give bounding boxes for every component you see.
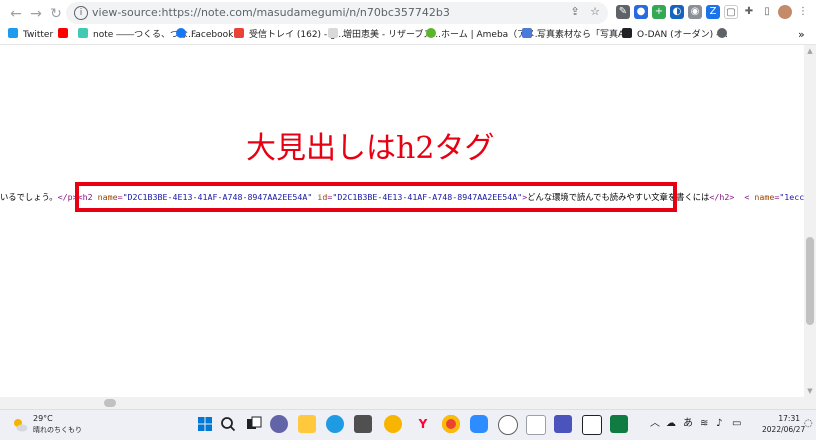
ameba-icon — [426, 28, 436, 38]
forward-icon[interactable]: → — [28, 6, 44, 22]
twitter-icon — [8, 28, 18, 38]
notepad-icon[interactable] — [526, 415, 546, 435]
share-icon[interactable]: ⇪ — [568, 5, 582, 19]
bookmark-odan[interactable]: O-DAN (オーダン) -... — [622, 27, 728, 43]
scrollbar-corner — [804, 397, 816, 409]
bookmark-facebook[interactable]: Facebook — [176, 27, 233, 43]
code-next-value: "1ecc7ec9-57c4-447d-9926 — [779, 192, 804, 202]
store-icon[interactable] — [354, 415, 372, 433]
search-icon[interactable] — [219, 415, 237, 433]
temperature-text[interactable]: 29°C — [33, 414, 53, 423]
globe-icon — [717, 28, 727, 38]
back-icon[interactable]: ← — [8, 6, 24, 22]
facebook-icon — [176, 28, 186, 38]
menu-kebab-icon[interactable]: ⋮ — [796, 5, 810, 19]
time-text: 17:31 — [778, 414, 800, 423]
clock-app-icon[interactable] — [498, 415, 518, 435]
reload-icon[interactable]: ↻ — [48, 6, 64, 22]
note-icon — [78, 28, 88, 38]
app-orange-icon[interactable] — [384, 415, 402, 433]
site-info-icon[interactable]: i — [74, 6, 88, 20]
extension-note-icon[interactable]: ▢ — [724, 5, 738, 19]
bookmark-globe[interactable] — [717, 27, 732, 43]
code-h2-close-tag: </h2> — [709, 192, 735, 202]
code-next-tag: < — [744, 192, 750, 202]
weather-condition-text[interactable]: 晴れのちくもり — [33, 425, 82, 435]
notification-icon[interactable]: ◌ — [804, 418, 813, 430]
url-text[interactable]: view-source:https://note.com/masudamegum… — [92, 6, 450, 19]
bookmark-youtube[interactable] — [58, 27, 73, 43]
extensions-puzzle-icon[interactable]: ✚ — [742, 5, 756, 19]
bookmarks-bar: Twitter note ――つくる、つな... Facebook 受信トレイ … — [0, 26, 816, 44]
volume-icon[interactable]: ♪ — [716, 418, 722, 430]
bookmark-twitter[interactable]: Twitter — [8, 27, 53, 43]
yahoo-icon[interactable]: Y — [414, 415, 432, 433]
teams-icon[interactable] — [554, 415, 572, 433]
page-content: 大見出しはh2タグ いるでしょう。</p><h2 name="D2C1B3BE-… — [0, 45, 804, 397]
wifi-icon[interactable]: ≋ — [700, 418, 708, 430]
extension-green-plus-icon[interactable]: + — [652, 5, 666, 19]
reserve-icon — [328, 28, 338, 38]
bookmark-star-icon[interactable]: ☆ — [588, 5, 602, 19]
profile-avatar[interactable] — [778, 5, 792, 19]
taskbar: 29°C 晴れのちくもり Y ︿ ☁ あ ≋ ♪ ▭ 17:31 2022/06… — [0, 409, 816, 440]
task-view-icon[interactable] — [245, 415, 263, 433]
bookmark-reserve[interactable]: 増田恵美 - リザーブス... — [328, 27, 441, 43]
app-triangle-icon[interactable] — [582, 415, 602, 435]
extension-blue-icon[interactable]: ● — [634, 5, 648, 19]
gmail-icon — [234, 28, 244, 38]
annotation-title: 大見出しはh2タグ — [246, 131, 495, 166]
address-bar[interactable]: i view-source:https://note.com/masudameg… — [66, 2, 608, 24]
code-next-attr: name — [754, 192, 775, 202]
bookmark-photoac[interactable]: 写真素材なら「写真A... — [522, 27, 633, 43]
extension-circle-icon[interactable]: ◐ — [670, 5, 684, 19]
side-panel-icon[interactable]: ▯ — [760, 5, 774, 19]
vertical-scrollbar[interactable]: ▲ ▼ — [804, 45, 816, 397]
cloud-icon[interactable]: ☁ — [666, 418, 676, 430]
highlight-box — [75, 182, 677, 212]
windows-start-icon[interactable] — [196, 415, 214, 433]
odan-icon — [622, 28, 632, 38]
browser-toolbar: ← → ↻ i view-source:https://note.com/mas… — [0, 0, 816, 45]
zoom-icon[interactable] — [470, 415, 488, 433]
scroll-up-icon[interactable]: ▲ — [804, 45, 816, 57]
edge-icon[interactable] — [326, 415, 344, 433]
battery-icon[interactable]: ▭ — [732, 418, 741, 430]
horizontal-scroll-thumb[interactable] — [104, 399, 116, 407]
chrome-icon[interactable] — [442, 415, 460, 433]
extension-shield-icon[interactable]: ◉ — [688, 5, 702, 19]
vertical-scroll-thumb[interactable] — [806, 237, 814, 325]
ime-indicator[interactable]: あ — [683, 418, 693, 430]
excel-icon[interactable] — [610, 415, 628, 433]
more-bookmarks-button[interactable]: » — [798, 27, 805, 43]
teams-chat-icon[interactable] — [270, 415, 288, 433]
photoac-icon — [522, 28, 532, 38]
file-explorer-icon[interactable] — [298, 415, 316, 433]
youtube-icon — [58, 28, 68, 38]
scroll-down-icon[interactable]: ▼ — [804, 385, 816, 397]
weather-sun-cloud-icon[interactable] — [12, 417, 28, 433]
horizontal-scrollbar[interactable] — [0, 397, 804, 409]
eyedropper-extension-icon[interactable]: ✎ — [616, 5, 630, 19]
clock[interactable]: 17:31 2022/06/27 — [762, 413, 806, 435]
chevron-up-icon[interactable]: ︿ — [650, 418, 660, 430]
code-prefix-text: いるでしょう。 — [0, 192, 58, 202]
extension-zoom-icon[interactable]: Z — [706, 5, 720, 19]
date-text: 2022/06/27 — [762, 425, 806, 434]
